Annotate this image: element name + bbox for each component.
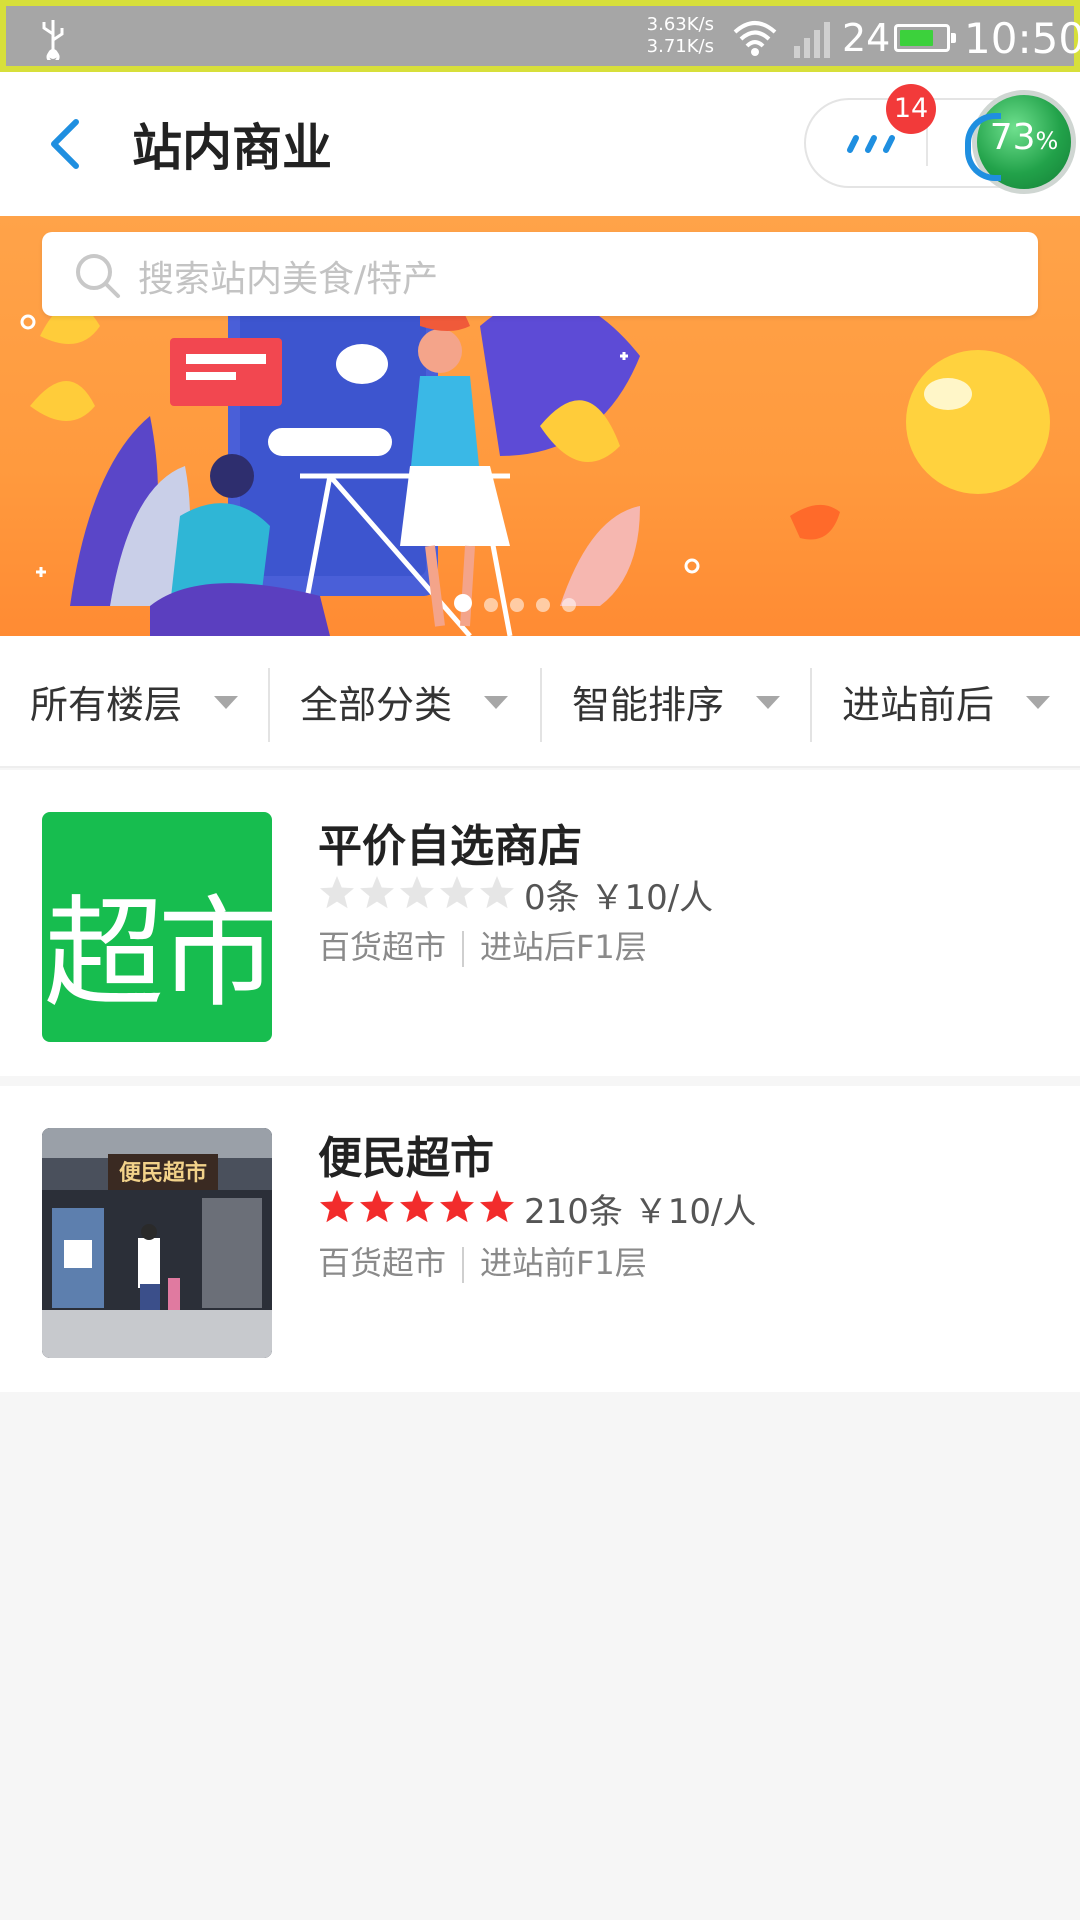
price-per-person: ￥10/人 [590, 878, 714, 918]
battery-icon [894, 24, 956, 52]
review-count: 0条 [524, 878, 580, 918]
caret-down-icon [484, 696, 508, 709]
shop-location: 进站前F1层 [480, 1244, 647, 1282]
price-per-person: ￥10/人 [633, 1192, 757, 1232]
star-icon [360, 876, 394, 909]
caret-down-icon [214, 696, 238, 709]
caret-down-icon [1026, 696, 1050, 709]
battery-level-text: 24 [842, 16, 891, 60]
storefront-sign: 便民超市 [119, 1160, 207, 1186]
search-icon [76, 254, 120, 298]
clock-text: 10:50 [964, 14, 1080, 63]
carousel-dot [562, 598, 576, 612]
review-and-price: 210条 ￥10/人 [524, 1184, 756, 1233]
page-title: 站内商业 [132, 119, 332, 177]
star-rating [318, 874, 518, 914]
review-count: 210条 [524, 1192, 623, 1232]
thumbnail-text: 超市 [44, 885, 272, 1024]
percent-value: 73% [977, 117, 1071, 158]
storefront-photo: 便民超市 [42, 1128, 272, 1358]
carousel-indicator [448, 594, 582, 616]
filter-bar: 所有楼层 全部分类 智能排序 进站前后 [0, 636, 1080, 768]
search-input[interactable]: 搜索站内美食/特产 [42, 232, 1038, 316]
filter-floor[interactable]: 所有楼层 [0, 636, 270, 766]
carousel-dot [510, 598, 524, 612]
notification-badge: 14 [886, 84, 936, 134]
percent-unit: % [1035, 127, 1059, 155]
search-placeholder: 搜索站内美食/特产 [138, 259, 439, 300]
carousel-dot [454, 594, 472, 612]
speed-up-text: 3.63K/s [646, 14, 714, 35]
star-icon [400, 1190, 434, 1223]
star-icon [320, 876, 354, 909]
floating-percent-ball[interactable]: 73% [965, 90, 1076, 194]
carousel-dot [484, 598, 498, 612]
star-icon [440, 1190, 474, 1223]
shop-name: 便民超市 [318, 1133, 494, 1184]
star-icon [480, 1190, 514, 1223]
star-icon [360, 1190, 394, 1223]
filter-label: 进站前后 [842, 683, 995, 727]
shop-tags: 百货超市 进站后F1层 [318, 922, 647, 968]
shop-name: 平价自选商店 [318, 821, 582, 872]
cell-signal-icon [792, 20, 832, 64]
review-and-price: 0条 ￥10/人 [524, 870, 713, 919]
star-icon [440, 876, 474, 909]
filter-label: 智能排序 [572, 683, 725, 727]
star-icon [400, 876, 434, 909]
filter-category[interactable]: 全部分类 [270, 636, 540, 766]
star-icon [480, 876, 514, 909]
tag-divider [462, 931, 465, 967]
carousel-dot [536, 598, 550, 612]
percent-number: 73 [989, 117, 1036, 158]
chevron-left-icon [51, 119, 79, 169]
usb-icon [36, 16, 70, 70]
tag-divider [462, 1247, 465, 1283]
status-bar: 3.63K/s 3.71K/s 24 10:50 [0, 0, 1080, 72]
more-icon[interactable] [844, 128, 904, 162]
shop-category: 百货超市 [318, 1244, 447, 1282]
filter-label: 所有楼层 [30, 683, 183, 727]
back-button[interactable] [40, 112, 100, 176]
speed-down-text: 3.71K/s [646, 36, 714, 57]
wifi-icon [731, 18, 779, 62]
caret-down-icon [756, 696, 780, 709]
shop-category: 百货超市 [318, 928, 447, 966]
shop-list-item[interactable]: 便民超市 便民超市 210条 ￥10/人 百货超市 进站前F1层 [0, 1086, 1080, 1392]
filter-entry[interactable]: 进站前后 [812, 636, 1080, 766]
filter-sort[interactable]: 智能排序 [542, 636, 812, 766]
shop-thumbnail: 超市 [42, 812, 272, 1042]
promo-banner[interactable]: 搜索站内美食/特产 [0, 216, 1080, 636]
shop-thumbnail: 便民超市 [42, 1128, 272, 1358]
star-icon [320, 1190, 354, 1223]
network-speed: 3.63K/s 3.71K/s [634, 14, 714, 58]
shop-tags: 百货超市 进站前F1层 [318, 1238, 647, 1284]
shop-list-item[interactable]: 超市 平价自选商店 0条 ￥10/人 百货超市 进站后F1层 [0, 770, 1080, 1076]
star-rating [318, 1188, 518, 1228]
shop-location: 进站后F1层 [480, 928, 647, 966]
filter-label: 全部分类 [300, 683, 453, 727]
